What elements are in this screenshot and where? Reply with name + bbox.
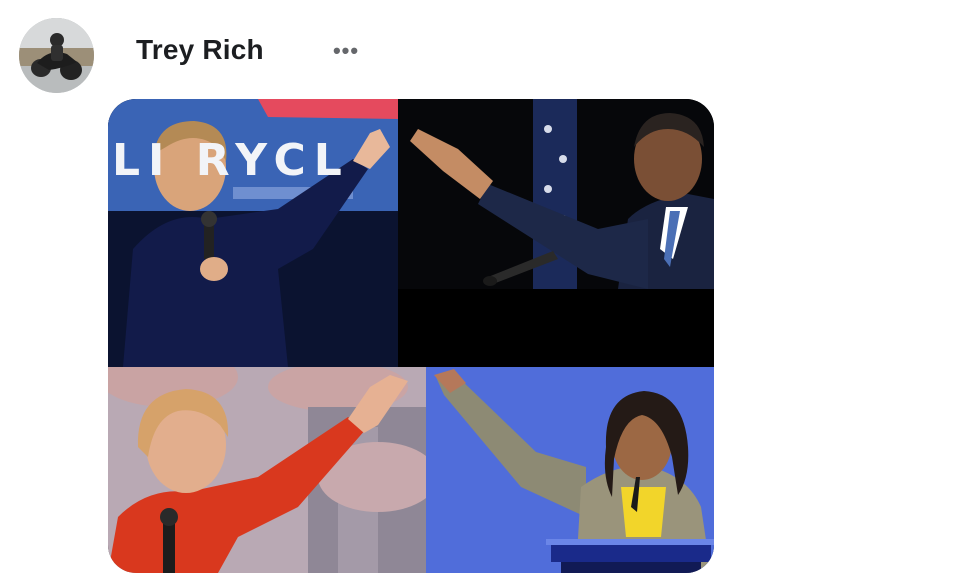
collage-panel-top-left: LI RYCL bbox=[108, 99, 398, 367]
more-horizontal-icon: ••• bbox=[332, 38, 360, 63]
speaker-photo bbox=[108, 367, 426, 573]
avatar-photo bbox=[19, 18, 94, 93]
sign-text: LI RYCL bbox=[112, 135, 350, 186]
collage-panel-bottom-right bbox=[426, 367, 714, 573]
author-avatar[interactable] bbox=[19, 18, 94, 93]
post-image[interactable]: LI RYCL bbox=[108, 99, 714, 573]
more-options-button[interactable]: ••• bbox=[326, 38, 366, 64]
speaker-photo bbox=[398, 99, 714, 367]
speaker-photo bbox=[426, 367, 714, 573]
author-name[interactable]: Trey Rich bbox=[136, 34, 264, 66]
collage-panel-top-right bbox=[398, 99, 714, 367]
collage-panel-bottom-left bbox=[108, 367, 426, 573]
feed-post: Trey Rich ••• LI RYCL bbox=[0, 0, 964, 584]
